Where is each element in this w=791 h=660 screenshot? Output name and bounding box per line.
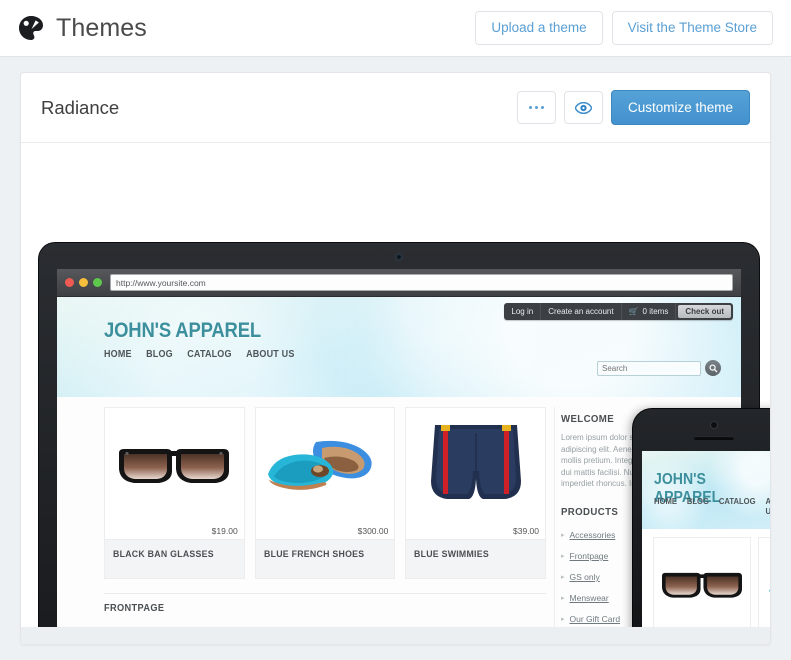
store-search: [597, 360, 721, 376]
eye-icon: [574, 101, 592, 114]
product-title: BLACK BAN GLASSES: [113, 549, 214, 560]
customize-theme-button[interactable]: Customize theme: [610, 90, 750, 125]
laptop-camera-icon: [396, 254, 402, 260]
frontpage-heading: FRONTPAGE: [104, 603, 165, 614]
store-create-account-link[interactable]: Create an account: [541, 303, 622, 320]
theme-card: Radiance Customize theme http://www.your…: [20, 72, 771, 645]
product-card[interactable]: $300.00 BLUE FRENCH SHOES: [254, 407, 396, 579]
product-price: $19.00: [211, 526, 238, 536]
sunglasses-image: [654, 538, 750, 633]
store-nav-item-about[interactable]: ABOUT US: [246, 349, 294, 360]
sidebar-link-label: GS only: [569, 572, 600, 582]
blue-flats-image: [759, 538, 770, 633]
store-main-nav: HOME BLOG CATALOG ABOUT US: [104, 349, 295, 360]
store-nav-item-home[interactable]: HOME: [104, 349, 132, 360]
chevron-right-icon: ▸: [561, 595, 565, 602]
mobile-nav-item-blog[interactable]: BLOG: [687, 496, 709, 516]
theme-card-actions: Customize theme: [516, 90, 750, 125]
product-price: $39.00: [513, 526, 540, 536]
store-nav-item-blog[interactable]: BLOG: [146, 349, 173, 360]
product-meta: BLACK BAN GLASSES: [105, 539, 244, 578]
phone-screen: JOHN'S APPAREL HOME BLOG CATALOG ABOUT U…: [642, 451, 770, 644]
mobile-hero: JOHN'S APPAREL HOME BLOG CATALOG ABOUT U…: [642, 451, 770, 529]
store-cart-count: 0 items: [642, 307, 669, 316]
store-search-input[interactable]: [597, 360, 701, 376]
page-title: Themes: [56, 13, 147, 42]
chevron-right-icon: ▸: [561, 532, 565, 539]
ellipsis-icon: [529, 105, 544, 110]
chevron-right-icon: ▸: [561, 553, 565, 560]
visit-theme-store-button[interactable]: Visit the Theme Store: [611, 10, 773, 46]
minimize-icon[interactable]: [79, 278, 88, 287]
navy-shorts-image: [406, 408, 546, 526]
product-meta: BLUE SWIMMIES: [406, 539, 546, 578]
phone-camera-icon: [711, 422, 717, 428]
blue-flats-image: [255, 408, 395, 526]
store-brand: JOHN'S APPAREL: [104, 319, 261, 342]
window-controls[interactable]: [65, 278, 102, 287]
maximize-icon[interactable]: [93, 278, 102, 287]
product-title: BLUE FRENCH SHOES: [263, 549, 365, 560]
cart-icon: 🛒: [628, 307, 639, 316]
search-icon: [708, 363, 718, 373]
store-nav-item-catalog[interactable]: CATALOG: [187, 349, 231, 360]
product-card[interactable]: $39.00 BLUE SWIMMIES: [405, 407, 547, 579]
store-hero: Log in Create an account 🛒 0 items Check…: [57, 297, 741, 397]
store-cart-link[interactable]: 🛒 0 items: [622, 303, 677, 320]
theme-preview-area: http://www.yoursite.com Log in Create an…: [21, 143, 770, 644]
product-meta: BLUE FRENCH SHOES: [255, 539, 395, 578]
phone-speaker-icon: [694, 436, 734, 440]
store-content-column: $19.00 BLACK BAN GLASSES $300.00 BLUE FR…: [57, 407, 554, 644]
sidebar-link-label: Accessories: [569, 530, 616, 540]
mobile-nav-item-catalog[interactable]: CATALOG: [719, 496, 756, 516]
page-header-actions: Upload a theme Visit the Theme Store: [475, 10, 773, 46]
chevron-right-icon: ▸: [561, 616, 565, 623]
card-footer-strip: [21, 627, 770, 644]
product-price: $300.00: [357, 526, 389, 536]
url-bar[interactable]: http://www.yoursite.com: [110, 274, 733, 291]
mobile-preview-mockup: JOHN'S APPAREL HOME BLOG CATALOG ABOUT U…: [633, 409, 770, 644]
product-card[interactable]: $19.00 BLACK BAN GLASSES: [104, 407, 245, 579]
sidebar-link-label: Our Gift Card: [569, 614, 621, 624]
upload-theme-button[interactable]: Upload a theme: [475, 10, 603, 46]
store-checkout-button[interactable]: Check out: [678, 305, 731, 318]
store-login-link[interactable]: Log in: [504, 303, 542, 320]
sidebar-link-label: Menswear: [569, 593, 609, 603]
page-header: Themes Upload a theme Visit the Theme St…: [0, 0, 791, 57]
chevron-right-icon: ▸: [561, 574, 565, 581]
preview-theme-button[interactable]: [563, 91, 603, 124]
store-search-button[interactable]: [705, 360, 721, 376]
product-title: BLUE SWIMMIES: [414, 549, 490, 560]
browser-chrome: http://www.yoursite.com: [57, 269, 741, 297]
theme-card-header: Radiance Customize theme: [21, 73, 770, 143]
close-icon[interactable]: [65, 278, 74, 287]
mobile-nav-item-about[interactable]: ABOUT US: [765, 496, 770, 516]
store-utility-nav: Log in Create an account 🛒 0 items Check…: [504, 303, 733, 320]
mobile-nav: HOME BLOG CATALOG ABOUT US: [654, 496, 770, 516]
mobile-nav-item-home[interactable]: HOME: [654, 496, 677, 516]
page-header-left: Themes: [18, 14, 147, 43]
palette-icon: [19, 16, 43, 40]
sunglasses-image: [105, 408, 244, 526]
store-product-grid: $19.00 BLACK BAN GLASSES $300.00 BLUE FR…: [104, 407, 547, 579]
theme-name: Radiance: [41, 96, 120, 118]
more-actions-button[interactable]: [516, 91, 556, 124]
sidebar-link-label: Frontpage: [569, 551, 609, 561]
